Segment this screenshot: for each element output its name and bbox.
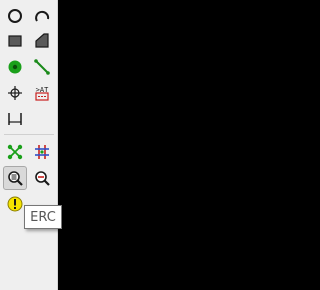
anchor-icon [8,86,22,100]
zoom-inspect-icon [8,171,23,186]
zoom-inspect-red-icon [35,171,50,186]
pin-icon [8,60,22,74]
circle-icon [8,9,22,23]
dimension-tool-button[interactable] [3,107,27,131]
grid-icon [35,145,49,159]
inspect-tool-button[interactable] [3,166,27,190]
anchor-tool-button[interactable] [3,81,27,105]
ratsnest-tool-button[interactable] [3,140,27,164]
inspect-alt-tool-button[interactable] [30,166,54,190]
warning-icon [7,196,23,212]
rectangle-icon [8,35,22,47]
text-field-icon: >AT [35,86,49,101]
pin-tool-button[interactable] [3,55,27,79]
polygon-icon [35,33,49,48]
arc-icon [35,10,50,22]
erc-tooltip: ERC [24,205,62,229]
dimension-icon [8,113,22,125]
rectangle-tool-button[interactable] [3,29,27,53]
toolbar-separator [4,134,54,135]
circle-tool-button[interactable] [3,4,27,28]
drawing-canvas[interactable] [58,0,261,290]
line-tool-button[interactable] [30,55,54,79]
ratsnest-icon [7,144,23,160]
text-field-tool-button[interactable]: >AT [30,81,54,105]
line-icon [34,59,50,75]
polygon-tool-button[interactable] [30,29,54,53]
grid-tool-button[interactable] [30,140,54,164]
left-toolbar: >AT [0,0,58,290]
arc-tool-button[interactable] [30,4,54,28]
